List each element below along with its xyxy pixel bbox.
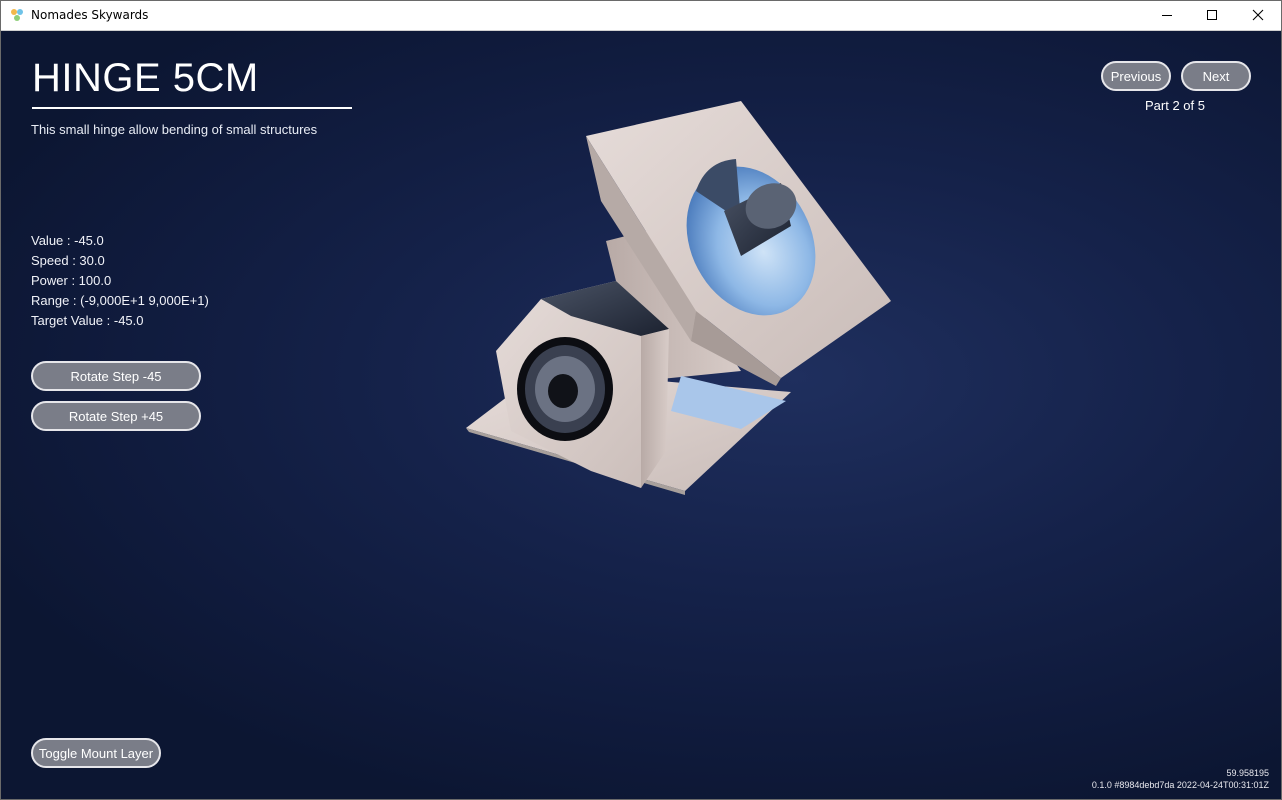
fps-readout: 59.958195	[1226, 768, 1269, 778]
app-icon	[11, 9, 23, 21]
part-counter: Part 2 of 5	[1145, 98, 1205, 113]
build-version: 0.1.0 #8984debd7da 2022-04-24T00:31:01Z	[1091, 780, 1269, 790]
close-icon	[1252, 9, 1264, 21]
close-button[interactable]	[1235, 0, 1281, 30]
maximize-button[interactable]	[1189, 0, 1235, 30]
stat-target: Target Value : -45.0	[31, 313, 144, 328]
part-description: This small hinge allow bending of small …	[31, 122, 318, 137]
toggle-mount-layer-button[interactable]: Toggle Mount Layer	[31, 738, 161, 768]
title-divider	[32, 107, 352, 109]
rotate-minus-button[interactable]: Rotate Step -45	[31, 361, 201, 391]
previous-button[interactable]: Previous	[1101, 61, 1171, 91]
stat-speed: Speed : 30.0	[31, 253, 105, 268]
title-bar: Nomades Skywards	[0, 0, 1282, 31]
minimize-icon	[1162, 15, 1172, 16]
rotate-plus-button[interactable]: Rotate Step +45	[31, 401, 201, 431]
stat-range: Range : (-9,000E+1 9,000E+1)	[31, 293, 209, 308]
maximize-icon	[1207, 10, 1217, 20]
minimize-button[interactable]	[1144, 0, 1190, 30]
stat-power: Power : 100.0	[31, 273, 112, 288]
window-title: Nomades Skywards	[31, 8, 149, 22]
hinge-model[interactable]	[441, 91, 921, 511]
viewport[interactable]: HINGE 5CM This small hinge allow bending…	[1, 31, 1281, 799]
stats-panel: Value : -45.0 Speed : 30.0 Power : 100.0…	[31, 231, 209, 331]
next-button[interactable]: Next	[1181, 61, 1251, 91]
build-info: 59.958195 0.1.0 #8984debd7da 2022-04-24T…	[1092, 767, 1269, 791]
part-title: HINGE 5CM	[32, 56, 259, 100]
stat-value: Value : -45.0	[31, 233, 104, 248]
